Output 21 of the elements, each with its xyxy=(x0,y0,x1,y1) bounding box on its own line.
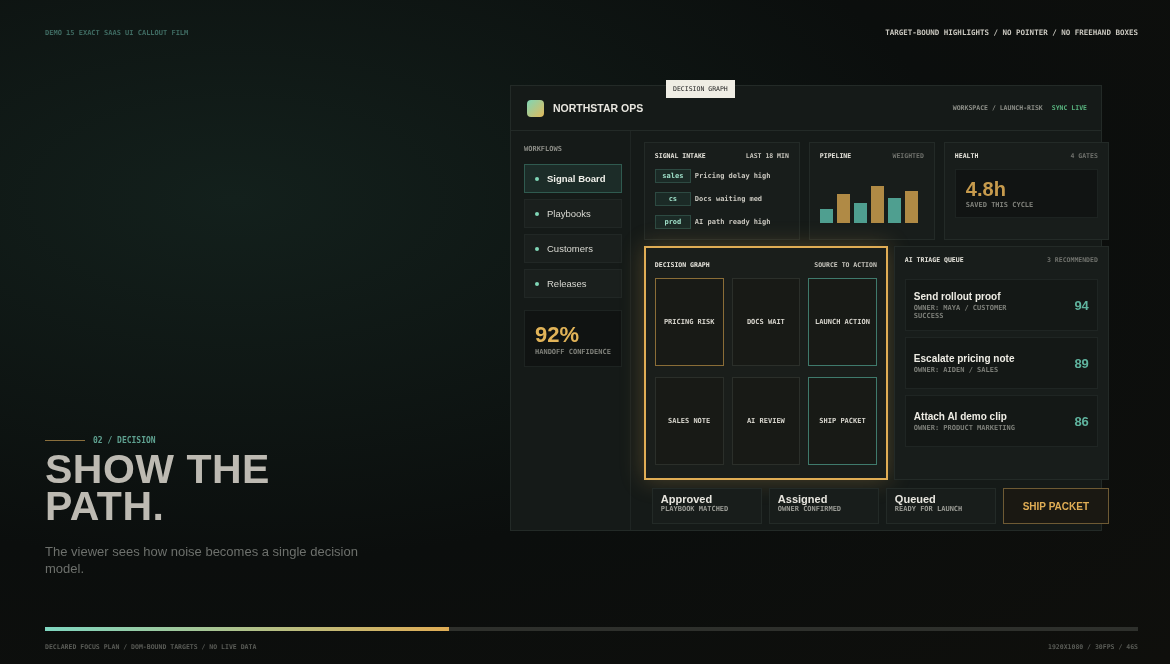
status-title: Approved xyxy=(660,493,713,505)
sidebar-item[interactable]: Customers xyxy=(524,234,622,263)
ship-packet-button[interactable]: SHIP PACKET xyxy=(1002,488,1109,524)
subtitle: The viewer sees how noise becomes a single decision model. xyxy=(45,543,359,577)
triage-score: 94 xyxy=(1074,297,1089,313)
sidebar-item[interactable]: Playbooks xyxy=(524,199,622,228)
triage-title: Escalate pricing note xyxy=(913,352,1016,364)
sidebar-item[interactable]: Signal Board xyxy=(524,164,622,193)
triage-score: 86 xyxy=(1074,413,1089,429)
section-kicker: 02 / DECISION xyxy=(93,436,156,445)
metric-value: 92% xyxy=(535,321,581,348)
headline: SHOW THE PATH. xyxy=(45,451,271,525)
status-title: Queued xyxy=(894,493,937,505)
triage-title: Send rollout proof xyxy=(913,290,1002,302)
brand-name: NORTHSTAR OPS xyxy=(553,102,645,114)
triage-score: 89 xyxy=(1074,355,1089,371)
status-title: Assigned xyxy=(777,493,828,505)
sidebar-item[interactable]: Releases xyxy=(524,269,622,298)
health-value: 4.8h xyxy=(965,178,1007,201)
triage-title: Attach AI demo clip xyxy=(913,410,1008,422)
logo-icon xyxy=(527,99,544,117)
